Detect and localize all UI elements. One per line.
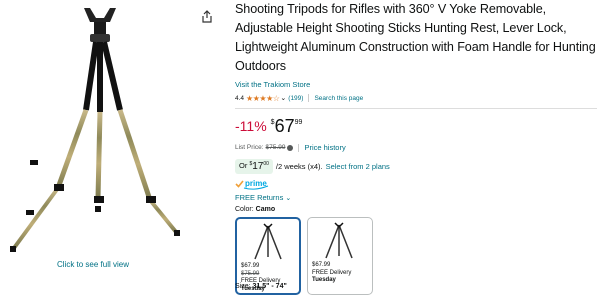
- store-link[interactable]: Visit the Trakiom Store: [235, 80, 597, 89]
- see-full-view-link[interactable]: Click to see full view: [0, 260, 186, 269]
- swatch-delivery: FREE Delivery: [312, 269, 352, 276]
- color-value: Camo: [255, 206, 276, 213]
- size-value: 31.5" - 74": [252, 283, 287, 290]
- color-row: Color: Camo: [235, 206, 597, 213]
- size-row: Size: 31.5" - 74": [235, 283, 287, 290]
- color-swatches: $67.99 $75.99 FREE Delivery Tuesday $67.…: [235, 217, 597, 295]
- select-plans-link[interactable]: Select from 2 plans: [326, 162, 390, 171]
- product-details: Shooting Tripods for Rifles with 360° V …: [235, 0, 597, 295]
- swatch-tripod-image: [254, 223, 282, 260]
- size-label: Size:: [235, 283, 251, 290]
- rating-row: 4.4 ★★★★☆ ⌄ (199) Search this page: [235, 93, 597, 103]
- rating-count-link[interactable]: (199): [288, 95, 303, 102]
- price-whole: 67: [274, 116, 295, 136]
- swatch-text: $67.99 FREE Delivery Tuesday: [312, 262, 351, 285]
- price-row: -11% $ 67 99: [235, 116, 597, 138]
- price-fraction: 99: [294, 119, 303, 126]
- share-icon[interactable]: [200, 10, 214, 24]
- free-returns-link[interactable]: FREE Returns ⌄: [235, 193, 597, 202]
- swatch-option[interactable]: $67.99 FREE Delivery Tuesday: [307, 217, 373, 295]
- prime-check-icon: prime: [235, 179, 269, 190]
- plan-amount: 17: [252, 161, 264, 172]
- product-image[interactable]: [0, 0, 200, 260]
- plan-cents: 00: [263, 161, 269, 167]
- swatch-tripod-image: [325, 222, 353, 259]
- swatch-day: Tuesday: [312, 277, 336, 283]
- product-title: Shooting Tripods for Rifles with 360° V …: [235, 2, 596, 73]
- swatch-price: $67.99: [312, 262, 331, 268]
- list-price: $75.99: [265, 144, 286, 151]
- plan-terms: /2 weeks (x4).: [275, 162, 323, 171]
- plan-badge: Or $17 00: [235, 159, 273, 174]
- free-returns-label: FREE Returns: [235, 193, 284, 202]
- prime-badge: prime: [235, 178, 597, 190]
- list-price-row: List Price: $75.99 Price history: [235, 143, 597, 152]
- prime-label: prime: [245, 179, 267, 188]
- section-divider: [235, 108, 597, 109]
- product-image-area: Click to see full view: [0, 0, 225, 290]
- rating-value: 4.4: [235, 94, 245, 102]
- divider: [298, 143, 300, 152]
- chevron-down-icon[interactable]: ⌄: [280, 94, 286, 102]
- price-history-link[interactable]: Price history: [304, 143, 345, 152]
- divider: [308, 94, 310, 102]
- list-price-label: List Price:: [235, 144, 264, 151]
- plan-or-label: Or: [239, 161, 248, 170]
- payment-plan-row: Or $17 00 /2 weeks (x4). Select from 2 pl…: [235, 159, 597, 174]
- color-label: Color:: [235, 206, 254, 213]
- swatch-price: $67.99: [241, 263, 260, 269]
- info-icon[interactable]: [287, 144, 294, 151]
- star-rating-icon[interactable]: ★★★★☆: [246, 94, 280, 103]
- search-this-page-link[interactable]: Search this page: [314, 95, 363, 102]
- swatch-old-price: $75.99: [241, 270, 260, 277]
- discount-percent: -11%: [235, 118, 267, 134]
- chevron-down-icon: ⌄: [285, 194, 292, 202]
